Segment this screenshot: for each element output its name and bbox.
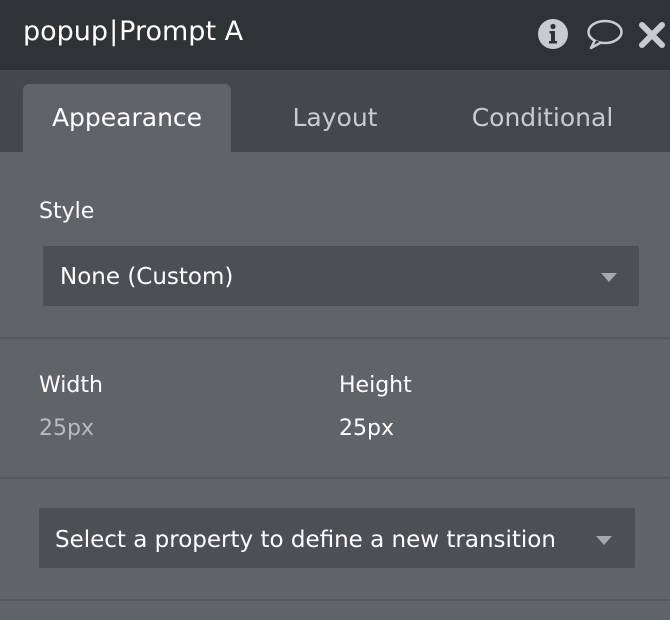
chevron-down-icon: [596, 536, 612, 545]
style-dropdown[interactable]: None (Custom): [43, 246, 639, 306]
tab-conditional[interactable]: Conditional: [440, 84, 645, 152]
property-editor-panel: popup|Prompt A Appearance Layout Conditi…: [0, 0, 670, 620]
info-icon[interactable]: [537, 18, 569, 50]
title-separator: |: [109, 16, 119, 47]
tab-appearance[interactable]: Appearance: [23, 84, 231, 152]
transition-placeholder: Select a property to define a new transi…: [55, 527, 556, 553]
section-divider: [0, 477, 670, 479]
close-icon[interactable]: [638, 21, 666, 49]
style-selected-value: None (Custom): [60, 264, 234, 290]
element-type: popup: [23, 16, 109, 47]
element-name[interactable]: Prompt A: [119, 16, 243, 47]
section-divider: [0, 337, 670, 339]
width-value[interactable]: 25px: [39, 416, 94, 441]
height-label: Height: [339, 373, 412, 398]
transition-dropdown[interactable]: Select a property to define a new transi…: [39, 508, 635, 568]
panel-header: popup|Prompt A: [0, 0, 670, 70]
width-label: Width: [39, 373, 103, 398]
comment-icon[interactable]: [586, 18, 624, 50]
section-divider: [0, 599, 670, 601]
style-label: Style: [39, 199, 95, 224]
chevron-down-icon: [601, 273, 617, 282]
tab-layout[interactable]: Layout: [250, 84, 420, 152]
height-value[interactable]: 25px: [339, 416, 394, 441]
panel-title: popup|Prompt A: [23, 16, 243, 47]
tab-bar: Appearance Layout Conditional: [0, 70, 670, 152]
